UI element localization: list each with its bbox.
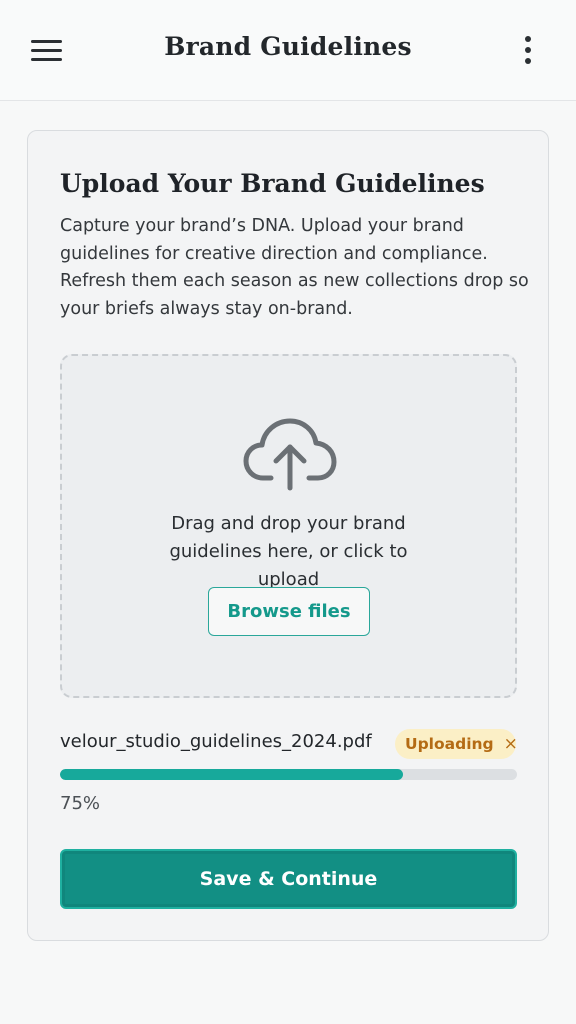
upload-card: Upload Your Brand Guidelines Capture you… [27, 130, 549, 941]
browse-files-button[interactable]: Browse files [208, 587, 370, 636]
dot [525, 36, 531, 42]
upload-progress-fill [60, 769, 403, 780]
status-badge: Uploading × [395, 729, 518, 759]
card-title: Upload Your Brand Guidelines [60, 169, 485, 198]
dot [525, 47, 531, 53]
cloud-upload-icon [243, 418, 337, 491]
status-label: Uploading [405, 735, 494, 753]
card-description: Capture your brand’s DNA. Upload your br… [60, 216, 529, 319]
dot [525, 58, 531, 64]
save-continue-button[interactable]: Save & Continue [60, 849, 517, 909]
page-title: Brand Guidelines [164, 32, 412, 61]
app-bar: Brand Guidelines [0, 0, 576, 101]
uploaded-file-name: velour_studio_guidelines_2024.pdf [60, 731, 372, 752]
dropzone-instructions: Drag and drop your brand guidelines here… [169, 513, 408, 590]
more-vertical-icon[interactable] [506, 30, 550, 70]
upload-progress-percent: 75% [60, 793, 101, 814]
upload-progress-bar [60, 769, 517, 780]
file-dropzone[interactable]: Drag and drop your brand guidelines here… [60, 354, 517, 698]
close-icon[interactable]: × [504, 734, 518, 754]
